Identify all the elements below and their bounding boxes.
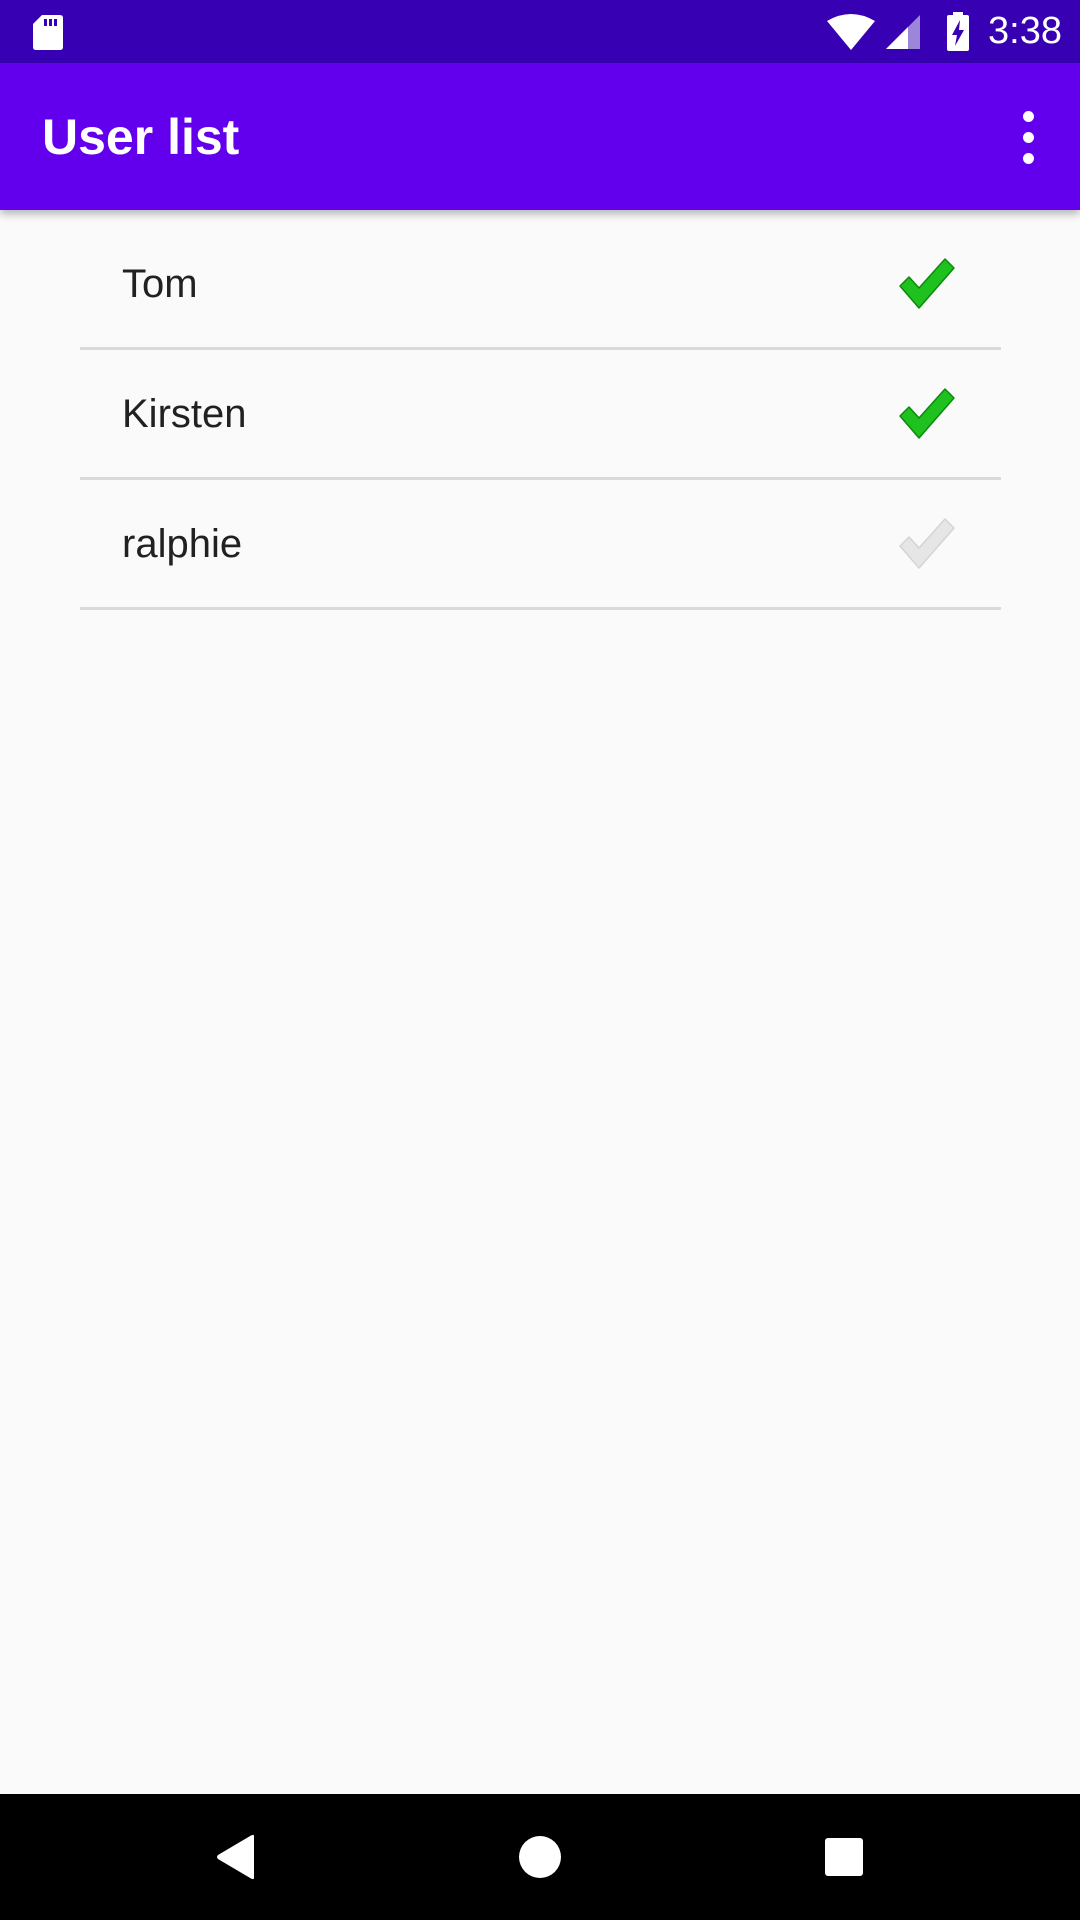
status-bar: 3:38 xyxy=(0,0,1080,63)
page-title: User list xyxy=(42,109,240,165)
back-icon xyxy=(217,1834,254,1880)
recents-icon xyxy=(825,1838,863,1876)
user-row[interactable]: Tom xyxy=(80,220,1001,350)
home-icon xyxy=(519,1836,561,1878)
back-button[interactable] xyxy=(204,1825,268,1889)
user-row[interactable]: Kirsten xyxy=(80,350,1001,480)
check-icon[interactable] xyxy=(897,256,957,312)
navigation-bar xyxy=(0,1794,1080,1920)
more-vert-icon-dot xyxy=(1022,152,1034,164)
recents-button[interactable] xyxy=(812,1825,876,1889)
cell-signal-icon xyxy=(886,14,921,49)
more-vert-icon-dot xyxy=(1022,131,1034,143)
more-vert-icon xyxy=(1022,110,1034,122)
user-name: Tom xyxy=(122,262,198,306)
wifi-icon xyxy=(827,13,876,50)
user-name: ralphie xyxy=(122,522,243,566)
check-icon[interactable] xyxy=(897,516,957,572)
user-row[interactable]: ralphie xyxy=(80,480,1001,610)
user-list: Tom Kirsten ralphie xyxy=(80,220,1001,610)
battery-charging-icon xyxy=(947,11,970,51)
more-options-button[interactable] xyxy=(996,99,1060,175)
home-button[interactable] xyxy=(508,1825,572,1889)
app-bar: User list xyxy=(0,63,1080,210)
sd-card-icon xyxy=(33,15,63,50)
status-time: 3:38 xyxy=(988,10,1062,52)
user-name: Kirsten xyxy=(122,392,247,436)
check-icon[interactable] xyxy=(897,386,957,442)
